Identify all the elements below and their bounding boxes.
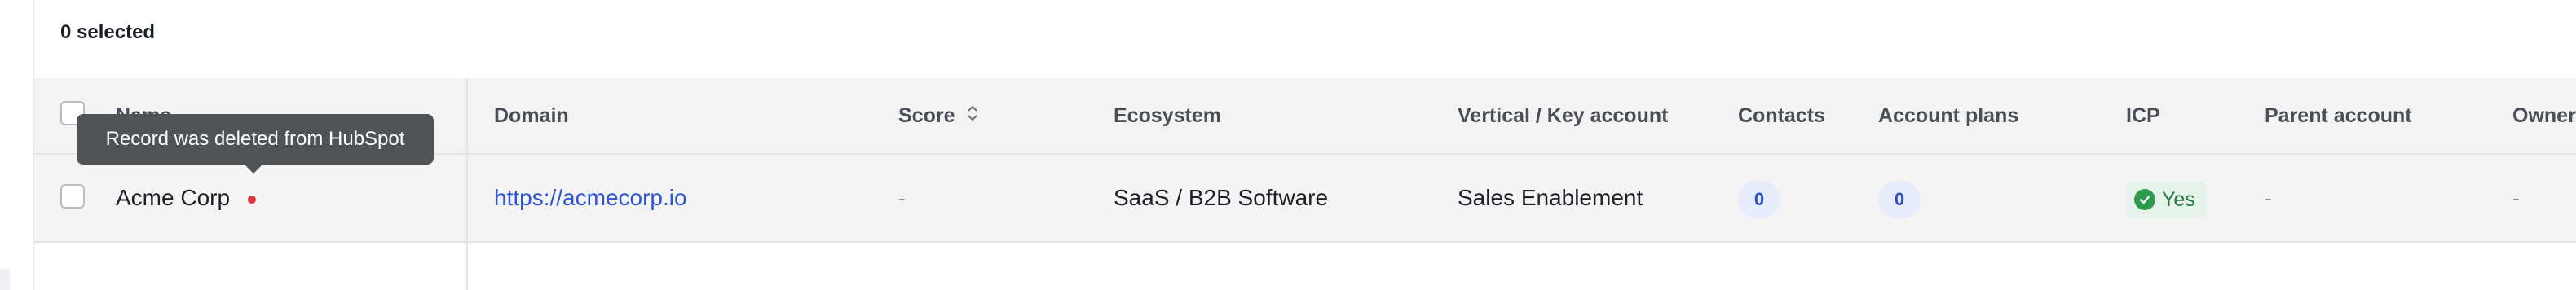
frozen-column-divider (466, 78, 468, 290)
cell-domain-link[interactable]: https://acmecorp.io (494, 155, 687, 241)
tooltip-arrow (245, 165, 262, 174)
deleted-status-dot[interactable] (247, 195, 256, 204)
check-circle-icon (2134, 188, 2155, 210)
column-header-ecosystem[interactable]: Ecosystem (1114, 78, 1221, 153)
column-header-contacts[interactable]: Contacts (1738, 78, 1825, 153)
contacts-count-badge[interactable]: 0 (1738, 180, 1780, 218)
cell-account-plans[interactable]: 0 (1878, 155, 1921, 241)
column-header-vertical[interactable]: Vertical / Key account (1458, 78, 1668, 153)
rail-handle (0, 269, 10, 290)
cell-owner: - (2512, 186, 2520, 210)
icp-badge: Yes (2126, 180, 2207, 218)
cell-name[interactable]: Acme Corp (116, 155, 256, 241)
column-header-domain[interactable]: Domain (494, 78, 569, 153)
icp-value: Yes (2162, 187, 2195, 211)
row-checkbox[interactable] (60, 184, 85, 209)
cell-vertical: Sales Enablement (1458, 185, 1643, 210)
account-name[interactable]: Acme Corp (116, 185, 230, 210)
cell-score: - (898, 186, 906, 210)
cell-contacts[interactable]: 0 (1738, 155, 1780, 241)
deleted-record-tooltip: Record was deleted from HubSpot (77, 114, 434, 165)
cell-icp: Yes (2126, 155, 2207, 241)
column-header-account-plans[interactable]: Account plans (1878, 78, 2018, 153)
column-header-owner[interactable]: Owner (2512, 78, 2576, 153)
left-rail (0, 0, 34, 290)
cell-ecosystem: SaaS / B2B Software (1114, 185, 1329, 210)
cell-parent-account: - (2265, 186, 2272, 210)
column-header-score[interactable]: Score (898, 78, 980, 153)
selected-count: 0 selected (60, 21, 156, 43)
sort-updown-icon[interactable] (965, 79, 980, 154)
column-header-score-label: Score (898, 104, 955, 127)
column-header-icp[interactable]: ICP (2126, 78, 2160, 153)
column-header-parent-account[interactable]: Parent account (2265, 78, 2412, 153)
account-plans-count-badge[interactable]: 0 (1878, 180, 1921, 218)
